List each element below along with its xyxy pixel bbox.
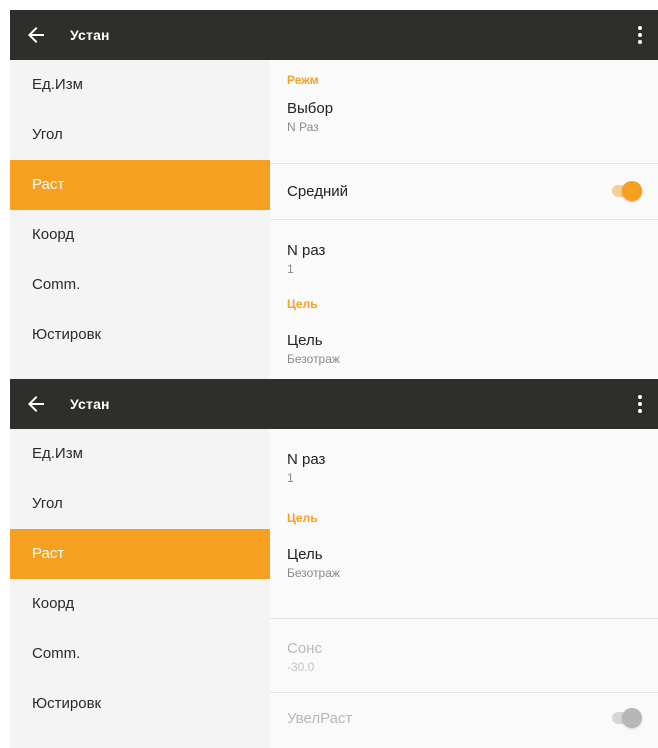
sidebar-item-units[interactable]: Ед.Изм bbox=[10, 60, 270, 110]
sidebar-item-comm[interactable]: Comm. bbox=[10, 260, 270, 310]
section-header-target: Цель bbox=[287, 511, 318, 525]
sidebar-item-angle[interactable]: Угол bbox=[10, 479, 270, 529]
pref-target-summary: Безотраж bbox=[287, 352, 340, 366]
pref-select-title: Выбор bbox=[287, 100, 334, 117]
pref-n-times[interactable]: N раз 1 bbox=[270, 220, 658, 292]
more-options-icon[interactable] bbox=[628, 23, 652, 47]
sidebar-item-coord[interactable]: Коорд bbox=[10, 210, 270, 260]
settings-sidebar: Ед.Изм Угол Раст Коорд Comm. Юстировк По… bbox=[10, 429, 270, 748]
pref-extend-range[interactable]: УвелРаст bbox=[270, 693, 658, 748]
sidebar-item-coord[interactable]: Коорд bbox=[10, 579, 270, 629]
settings-screen-bottom: Устан Ед.Изм Угол Раст Коорд Comm. Юстир… bbox=[10, 379, 658, 748]
pref-select-summary: N Раз bbox=[287, 120, 319, 134]
section-header-mode: Режм bbox=[287, 73, 319, 87]
sidebar-item-comm[interactable]: Comm. bbox=[10, 629, 270, 679]
pref-n-times-title: N раз bbox=[287, 451, 326, 468]
sidebar-item-distance[interactable]: Раст bbox=[10, 529, 270, 579]
average-toggle[interactable] bbox=[610, 181, 642, 201]
pref-const-summary: -30.0 bbox=[287, 660, 315, 674]
pref-n-times-title: N раз bbox=[287, 242, 326, 259]
pref-target-summary: Безотраж bbox=[287, 566, 340, 580]
pref-target-title: Цель bbox=[287, 546, 323, 563]
pref-average[interactable]: Средний bbox=[270, 164, 658, 219]
sidebar-item-adjustment[interactable]: Юстировк bbox=[10, 679, 270, 729]
toggle-thumb bbox=[622, 708, 642, 728]
pref-n-times-summary: 1 bbox=[287, 471, 294, 485]
pref-const[interactable]: Сонс -30.0 bbox=[270, 619, 658, 692]
settings-content: Режм Выбор N Раз Средний N раз 1 Цель Це… bbox=[270, 60, 658, 379]
pref-target-title: Цель bbox=[287, 332, 323, 349]
back-arrow-icon[interactable] bbox=[24, 23, 48, 47]
settings-content: N раз 1 Цель Цель Безотраж Сонс -30.0 Ув… bbox=[270, 429, 658, 748]
settings-screen-top: Устан Ед.Изм Угол Раст Коорд Comm. Юстир… bbox=[10, 10, 658, 379]
toggle-thumb bbox=[622, 181, 642, 201]
pref-const-title: Сонс bbox=[287, 640, 322, 657]
sidebar-item-distance[interactable]: Раст bbox=[10, 160, 270, 210]
sidebar-item-adjustment[interactable]: Юстировк bbox=[10, 310, 270, 360]
sidebar-item-angle[interactable]: Угол bbox=[10, 110, 270, 160]
pref-target[interactable]: Цель Безотраж bbox=[270, 545, 658, 618]
app-bar-title: Устан bbox=[70, 27, 110, 43]
settings-sidebar: Ед.Изм Угол Раст Коорд Comm. Юстировк По… bbox=[10, 60, 270, 379]
pref-n-times[interactable]: N раз 1 bbox=[270, 429, 658, 509]
pref-n-times-summary: 1 bbox=[287, 262, 294, 276]
sidebar-item-assistant[interactable]: Помощник bbox=[10, 729, 270, 748]
extend-range-toggle[interactable] bbox=[610, 708, 642, 728]
section-header-target: Цель bbox=[287, 297, 318, 311]
app-bar: Устан bbox=[10, 379, 658, 429]
pref-average-title: Средний bbox=[287, 183, 348, 200]
pref-select[interactable]: Выбор N Раз bbox=[270, 100, 658, 163]
app-bar: Устан bbox=[10, 10, 658, 60]
sidebar-item-assistant[interactable]: Помощник bbox=[10, 360, 270, 379]
pref-target[interactable]: Цель Безотраж bbox=[270, 328, 658, 379]
app-bar-title: Устан bbox=[70, 396, 110, 412]
pref-extend-range-title: УвелРаст bbox=[287, 710, 353, 727]
more-options-icon[interactable] bbox=[628, 392, 652, 416]
back-arrow-icon[interactable] bbox=[24, 392, 48, 416]
sidebar-item-units[interactable]: Ед.Изм bbox=[10, 429, 270, 479]
